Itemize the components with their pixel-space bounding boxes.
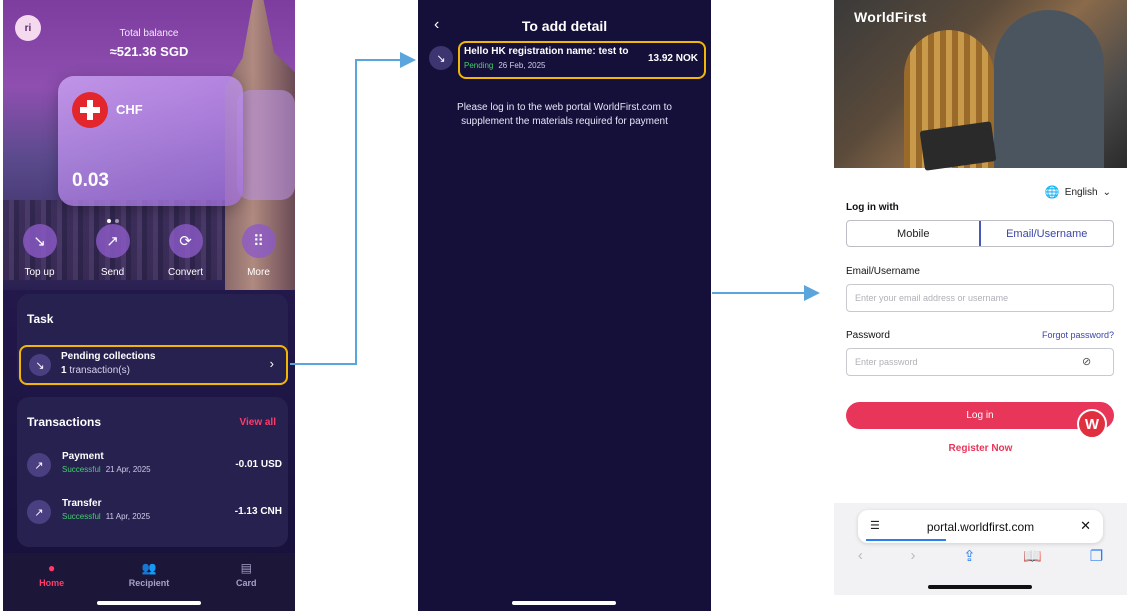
worldfirst-logo: WorldFirst: [854, 9, 927, 25]
load-progress: [866, 539, 946, 541]
instruction-message: Please log in to the web portal WorldFir…: [457, 102, 672, 127]
page-title: To add detail: [521, 18, 608, 34]
browser-toolbar: ☰ portal.worldfirst.com ✕ ‹ › ⇪ 📖 ❐: [834, 503, 1127, 595]
globe-icon: 🌐: [1044, 185, 1060, 199]
eye-off-icon[interactable]: ⊘: [1082, 355, 1091, 368]
pending-detail-row[interactable]: Hello HK registration name: test to Pend…: [458, 41, 706, 79]
detail-meta: Pending 26 Feb, 2025: [464, 61, 546, 70]
password-label: Password: [846, 330, 890, 341]
browser-nav-bar: ‹ › ⇪ 📖 ❐: [834, 547, 1127, 565]
arrow-down-left-icon: ↘: [429, 46, 453, 70]
home-indicator: [928, 585, 1032, 589]
login-with-label: Log in with: [846, 202, 899, 213]
detail-amount: 13.92 NOK: [647, 53, 698, 64]
password-input[interactable]: [846, 348, 1114, 376]
language-selector[interactable]: 🌐 English ⌄: [1045, 185, 1111, 199]
detail-name: Hello HK registration name: test to: [464, 46, 629, 57]
forgot-password-link[interactable]: Forgot password?: [1042, 330, 1114, 340]
flow-arrow-1: [290, 52, 416, 365]
language-label: English: [1064, 186, 1098, 198]
register-link[interactable]: Register Now: [834, 443, 1127, 454]
forward-icon[interactable]: ›: [910, 547, 915, 565]
login-method-tabs: Mobile Email/Username: [846, 220, 1114, 247]
worldfirst-badge-icon[interactable]: W: [1077, 409, 1107, 439]
login-button[interactable]: Log in: [846, 402, 1114, 429]
detail-status: Pending: [464, 61, 494, 70]
add-detail-screen: ‹ To add detail ↘ Hello HK registration …: [418, 0, 711, 611]
close-icon[interactable]: ✕: [1080, 518, 1091, 534]
email-label: Email/Username: [846, 266, 920, 277]
home-indicator: [512, 601, 616, 605]
tab-mobile[interactable]: Mobile: [847, 221, 980, 246]
share-icon[interactable]: ⇪: [963, 547, 976, 565]
hero-person-man: [994, 10, 1104, 168]
hero-photo: WorldFirst: [834, 0, 1127, 171]
canvas: ri Total balance ≈521.36 SGD CHF 0.03 ↘ …: [0, 0, 1131, 613]
tab-email-username[interactable]: Email/Username: [978, 221, 1113, 246]
login-screen: WorldFirst 🌐 English ⌄ Log in with Mobil…: [834, 0, 1127, 611]
detail-date: 26 Feb, 2025: [498, 61, 546, 70]
email-input[interactable]: [846, 284, 1114, 312]
tabs-icon[interactable]: ❐: [1090, 547, 1103, 565]
back-icon[interactable]: ‹: [858, 547, 863, 565]
url-text: portal.worldfirst.com: [926, 520, 1035, 534]
address-bar[interactable]: ☰ portal.worldfirst.com ✕: [858, 510, 1103, 543]
chevron-down-icon: ⌄: [1102, 186, 1111, 198]
bookmarks-icon[interactable]: 📖: [1023, 547, 1042, 565]
